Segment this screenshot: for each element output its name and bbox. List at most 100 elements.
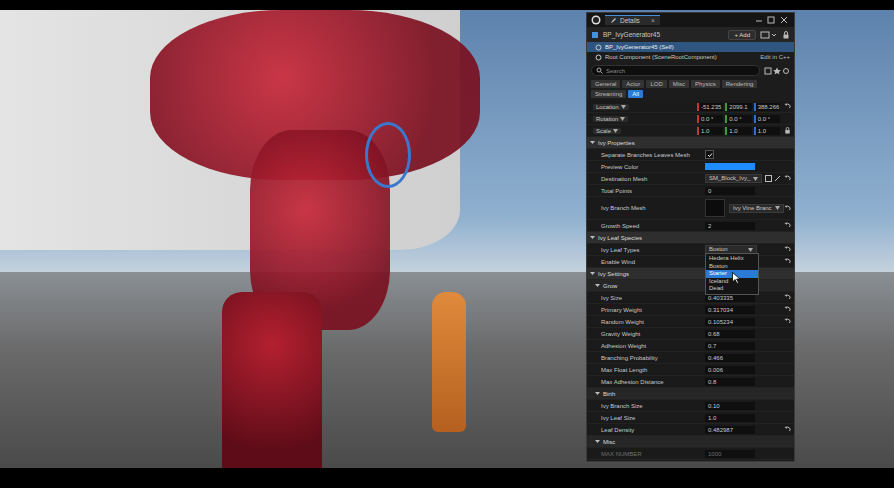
section-header[interactable]: Ivy Settings [587,268,794,280]
details-tab[interactable]: Details× [605,15,660,25]
reset-arrow-icon[interactable] [784,103,791,110]
edit-in-cpp-link[interactable]: Edit in C++ [760,54,790,60]
dropdown-option[interactable]: Hedera Helix [706,255,758,263]
property-row: Max Adhesion Distance0.8 [587,376,794,388]
number-field[interactable]: 0.68 [705,330,755,338]
chevron-icon [748,248,753,252]
search-field[interactable]: Search [591,65,760,76]
lock-icon[interactable] [784,127,791,134]
dropdown-option[interactable]: Starter [706,270,758,278]
number-field[interactable]: 0.7 [705,342,755,350]
section-header[interactable]: Ivy Properties [587,137,794,149]
transform-mode-dropdown[interactable]: Rotation [593,116,628,122]
filter-tab[interactable]: Misc [669,80,689,88]
vector-field[interactable]: 1.0 [697,127,723,135]
blueprint-options-icon[interactable] [760,31,778,39]
property-row: Destination MeshSM_Block_Ivy_ [587,173,794,185]
chevron-icon [753,177,758,181]
vector-field[interactable]: 0.0 ° [697,115,723,123]
mesh-picker[interactable]: Ivy Vine Branc [705,199,784,217]
component-row[interactable]: Root Component (SceneRootComponent)Edit … [587,52,794,62]
vector-field[interactable]: 0.0 ° [754,115,780,123]
reset-arrow-icon[interactable] [784,222,791,229]
actor-row: BP_IvyGenerator45+ Add [587,27,794,42]
number-field[interactable]: 0 [705,187,755,195]
property-row: Separate Branches Leaves Mesh [587,149,794,161]
expand-arrow-icon [590,140,595,145]
dropdown-option[interactable]: Boston [706,263,758,271]
checkmark-icon [707,152,713,158]
number-field[interactable]: 1000 [705,450,755,458]
section-header[interactable]: Birth [587,388,794,400]
transform-mode-dropdown[interactable]: Location [593,104,629,110]
vector-field[interactable]: 1.0 [725,127,751,135]
mesh-combo[interactable]: Ivy Vine Branc [729,204,784,213]
dropdown-option[interactable]: Dead [706,285,758,293]
number-field[interactable]: 0.482987 [705,426,755,434]
letterbox-top [0,0,894,10]
expand-arrow-icon [590,271,595,276]
reset-arrow-icon[interactable] [784,258,791,265]
filter-tabs: GeneralActorLODMiscPhysicsRendering Strea… [587,79,794,101]
color-swatch[interactable] [705,163,755,170]
browse-asset-icon[interactable] [765,175,781,182]
filter-tab[interactable]: Streaming [591,90,626,98]
filter-tab[interactable]: LOD [646,80,666,88]
reset-arrow-icon[interactable] [784,246,791,253]
expand-arrow-icon [590,235,595,240]
reset-arrow-icon[interactable] [784,294,791,301]
ivy-pillar [222,292,322,468]
search-icon [596,67,603,74]
gizmo-icon[interactable] [365,122,411,188]
vector-field[interactable]: 0.0 ° [725,115,751,123]
vector-field[interactable]: -51.235 [697,103,723,111]
property-row: Leaf Density0.482987 [587,424,794,436]
reset-arrow-icon[interactable] [784,318,791,325]
filter-tab[interactable]: Actor [622,80,644,88]
number-field[interactable]: 2 [705,222,755,230]
filter-tab[interactable]: All [628,90,643,98]
number-field[interactable]: 0.466 [705,354,755,362]
window-controls-icon[interactable] [754,16,790,24]
chevron-icon [775,206,780,210]
property-row: Ivy Branch MeshIvy Vine Branc [587,197,794,220]
component-row[interactable]: BP_IvyGenerator45 (Self) [587,42,794,52]
vector-field[interactable]: 2099.1 [725,103,751,111]
filter-tab[interactable]: Rendering [722,80,758,88]
filter-tab[interactable]: Physics [691,80,720,88]
property-row: Growth Speed2 [587,220,794,232]
number-field[interactable]: 0.10 [705,402,755,410]
vector-field[interactable]: 1.0 [754,127,780,135]
number-field[interactable]: 0.403335 [705,294,755,302]
lock-icon[interactable] [782,31,790,39]
unreal-logo-icon [591,15,601,25]
reset-arrow-icon[interactable] [784,175,791,182]
component-icon [595,54,602,61]
view-options-icon[interactable] [764,67,790,75]
pencil-icon [610,17,617,24]
section-header[interactable]: Ivy Leaf Species [587,232,794,244]
transform-mode-dropdown[interactable]: Scale [593,128,621,134]
number-field[interactable]: 0.8 [705,378,755,386]
dropdown-option[interactable]: Iceland [706,278,758,286]
asset-picker[interactable]: SM_Block_Ivy_ [705,174,781,183]
property-row: Max Float Length0.006 [587,364,794,376]
viewport[interactable]: Details× BP_IvyGenerator45+ AddBP_IvyGene… [0,10,894,468]
filter-tab[interactable]: General [591,80,620,88]
number-field[interactable]: 0.006 [705,366,755,374]
number-field[interactable]: 0.105234 [705,318,755,326]
checkbox[interactable] [705,150,714,159]
reset-arrow-icon[interactable] [784,205,791,212]
vector-field[interactable]: 388.266 [754,103,780,111]
number-field[interactable]: 0.317034 [705,306,755,314]
section-header[interactable]: Grow [587,280,794,292]
number-field[interactable]: 1.0 [705,414,755,422]
close-tab-button[interactable]: × [651,17,655,24]
add-button[interactable]: + Add [728,30,756,40]
reset-arrow-icon[interactable] [784,306,791,313]
section-header[interactable]: Misc [587,436,794,448]
reset-arrow-icon[interactable] [784,426,791,433]
asset-combo[interactable]: SM_Block_Ivy_ [705,174,762,183]
property-row: Primary Weight0.317034 [587,304,794,316]
details-panel: Details× BP_IvyGenerator45+ AddBP_IvyGene… [586,12,795,462]
